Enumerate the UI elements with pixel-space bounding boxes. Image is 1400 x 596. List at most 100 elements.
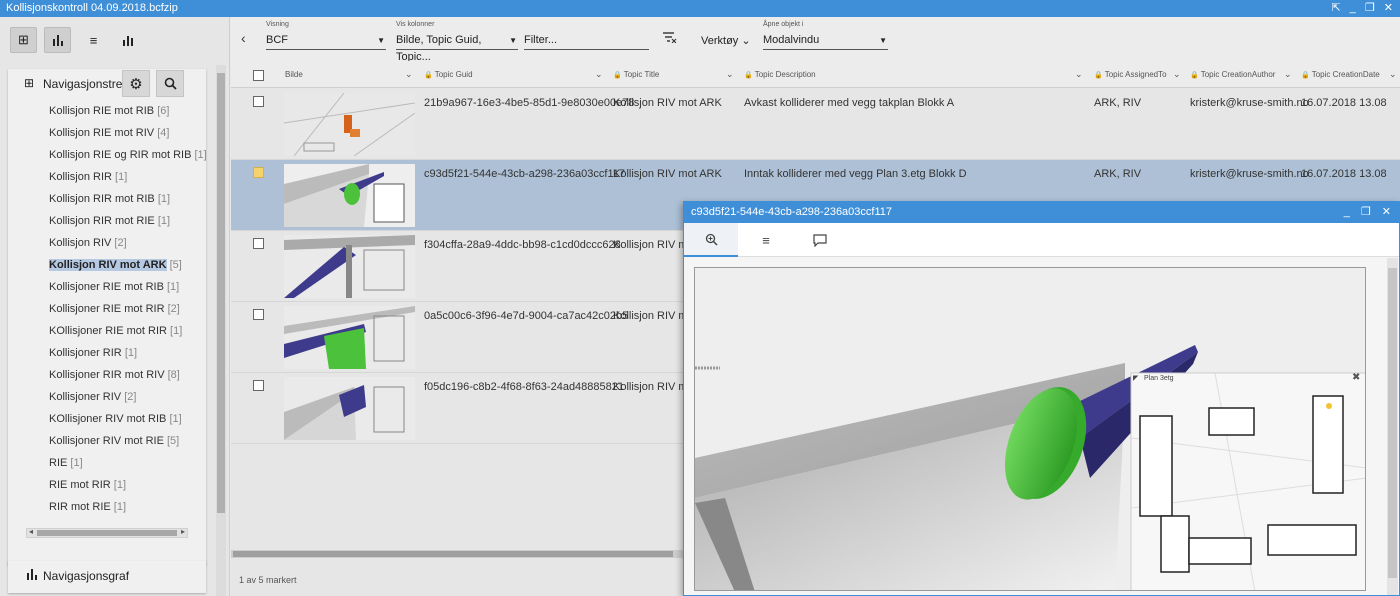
window-controls[interactable]: ⇱ _ ❐ ✕ [1331, 0, 1396, 16]
bar-chart-view-button[interactable] [44, 27, 71, 53]
column-header-creation-author[interactable]: 🔒 Topic CreationAuthor [1190, 70, 1275, 79]
select-all-checkbox[interactable] [253, 70, 264, 81]
list-view-button[interactable]: ≡ [80, 27, 107, 53]
scrollbar-thumb[interactable] [233, 551, 673, 557]
scroll-right-icon[interactable]: ▸ [181, 527, 185, 536]
nav-tree-item[interactable]: RIR mot RIE [1] [49, 501, 126, 517]
nav-tree-item[interactable]: KOllisjoner RIE mot RIR [1] [49, 325, 182, 341]
tab-comments[interactable] [793, 223, 847, 257]
chevron-down-icon[interactable]: ⌄ [1389, 69, 1397, 80]
table-row[interactable]: 21b9a967-16e3-4be5-85d1-9e8030e00e78 Koll… [231, 89, 1400, 160]
nav-tree-item-label: RIR mot RIE [49, 501, 111, 513]
modal-titlebar[interactable]: c93d5f21-544e-43cb-a298-236a03ccf117 _ ❐… [684, 202, 1399, 223]
column-header-creation-date[interactable]: 🔒 Topic CreationDate [1301, 70, 1380, 79]
lock-icon: 🔒 [1301, 72, 1310, 79]
scrollbar-thumb[interactable] [217, 73, 225, 513]
row-checkbox[interactable] [253, 380, 264, 391]
column-header-bilde[interactable]: Bilde [285, 70, 303, 79]
nav-tree-item-label: Kollisjon RIR [49, 171, 112, 183]
3d-viewport[interactable]: Plan 3etg ◤ ✖ [694, 267, 1366, 591]
chevron-down-icon[interactable]: ⌄ [595, 69, 603, 80]
chevron-down-icon[interactable]: ⌄ [1284, 69, 1292, 80]
cell-topic-guid: 21b9a967-16e3-4be5-85d1-9e8030e00e78 [424, 97, 635, 109]
lock-icon: 🔒 [613, 72, 622, 79]
chevron-down-icon[interactable]: ⌄ [1075, 69, 1083, 80]
modal-tabs: ≡ [684, 223, 1399, 257]
topic-snapshot-image[interactable] [284, 235, 415, 298]
modal-vertical-scrollbar[interactable] [1387, 258, 1398, 595]
column-header-topic-guid[interactable]: 🔒 Topic Guid [424, 70, 473, 79]
nav-tree-item[interactable]: Kollisjon RIV mot ARK [5] [49, 259, 182, 275]
nav-tree-item[interactable]: Kollisjoner RIE mot RIB [1] [49, 281, 179, 297]
minimap-corner-icon[interactable]: ◤ [1133, 374, 1138, 382]
search-icon [164, 77, 177, 90]
column-header-topic-description[interactable]: 🔒 Topic Description [744, 70, 816, 79]
nav-tree-item[interactable]: Kollisjoner RIR mot RIV [8] [49, 369, 180, 385]
visning-select[interactable]: Visning BCF ▼ [266, 21, 386, 50]
tab-viewer[interactable] [684, 223, 738, 257]
table-horizontal-scrollbar[interactable] [231, 550, 691, 558]
topic-snapshot-image[interactable] [284, 164, 415, 227]
modal-window-controls[interactable]: _ ❐ ✕ [1344, 202, 1395, 223]
verktoy-menu[interactable]: Verktøy ⌄ [701, 34, 751, 47]
scrollbar-thumb[interactable] [37, 530, 177, 536]
row-checkbox[interactable] [253, 309, 264, 320]
row-checkbox[interactable] [253, 167, 264, 178]
row-checkbox[interactable] [253, 96, 264, 107]
nav-tree-item[interactable]: Kollisjon RIR mot RIE [1] [49, 215, 170, 231]
nav-tree-item-label: Kollisjoner RIR [49, 347, 122, 359]
cell-topic-guid: f304cffa-28a9-4ddc-bb98-c1cd0dccc628 [424, 239, 621, 251]
tab-details[interactable]: ≡ [739, 223, 793, 257]
vis-kolonner-select[interactable]: Vis kolonner Bilde, Topic Guid, Topic...… [396, 21, 518, 63]
nav-tree-item[interactable]: RIE [1] [49, 457, 83, 473]
nav-tree-item[interactable]: KOllisjoner RIV mot RIB [1] [49, 413, 182, 429]
clear-filter-icon[interactable] [663, 31, 677, 46]
navigation-graph-title: Navigasjonsgraf [43, 569, 130, 583]
navigation-tree-header: ⊞ Navigasjonstre ⚙ [8, 69, 206, 99]
left-panel-scrollbar[interactable] [216, 65, 226, 596]
nav-tree-item[interactable]: Kollisjon RIV [2] [49, 237, 127, 253]
nav-tree-item-count: [8] [167, 369, 180, 381]
chevron-down-icon[interactable]: ⌄ [726, 69, 734, 80]
chevron-down-icon[interactable]: ⌄ [405, 69, 413, 80]
scrollbar-thumb[interactable] [1388, 268, 1397, 578]
topic-snapshot-image[interactable] [284, 377, 415, 440]
bar-chart-icon [52, 34, 63, 46]
navigation-graph-panel[interactable]: Navigasjonsgraf [8, 561, 206, 593]
topic-snapshot-image[interactable] [284, 93, 415, 156]
nav-tree-item-count: [1] [170, 325, 183, 337]
lock-icon: 🔒 [1094, 72, 1103, 79]
nav-tree-item-label: KOllisjoner RIE mot RIR [49, 325, 167, 337]
column-header-assigned-to[interactable]: 🔒 Topic AssignedTo [1094, 70, 1167, 79]
nav-tree-item[interactable]: Kollisjon RIE mot RIB [6] [49, 105, 169, 121]
back-icon[interactable]: ‹ [241, 30, 246, 46]
settings-button[interactable]: ⚙ [122, 70, 150, 97]
chart-view-button[interactable] [114, 27, 141, 53]
topic-snapshot-image[interactable] [284, 306, 415, 369]
nav-tree-item[interactable]: Kollisjon RIE mot RIV [4] [49, 127, 169, 143]
nav-tree-item[interactable]: Kollisjoner RIR [1] [49, 347, 137, 363]
nav-tree-item-label: Kollisjon RIE og RIR mot RIB [49, 149, 192, 161]
nav-tree-item[interactable]: Kollisjoner RIV [2] [49, 391, 136, 407]
nav-tree-item[interactable]: Kollisjoner RIE mot RIR [2] [49, 303, 180, 319]
chevron-down-icon[interactable]: ⌄ [1173, 69, 1181, 80]
nav-tree-item-count: [1] [167, 281, 180, 293]
nav-tree-item-label: Kollisjon RIV [49, 237, 112, 249]
apne-objekt-select[interactable]: Åpne objekt i Modalvindu ▼ [763, 21, 888, 50]
filter-input[interactable]: Filter... [524, 32, 649, 50]
horizontal-scrollbar[interactable]: ◂ ▸ [26, 527, 188, 538]
table-header: Bilde ⌄ 🔒 Topic Guid ⌄ 🔒 Topic Title ⌄ 🔒 To… [231, 61, 1400, 88]
cell-assigned-to: ARK, RIV [1094, 97, 1142, 109]
nav-tree-item[interactable]: Kollisjon RIR [1] [49, 171, 127, 187]
search-button[interactable] [156, 70, 184, 97]
row-checkbox[interactable] [253, 238, 264, 249]
scroll-left-icon[interactable]: ◂ [29, 527, 33, 536]
cell-topic-description: Avkast kolliderer med vegg takplan Blokk… [744, 97, 955, 109]
minimap-close-icon[interactable]: ✖ [1352, 372, 1360, 383]
nav-tree-item[interactable]: Kollisjon RIE og RIR mot RIB [1] [49, 149, 207, 165]
column-header-topic-title[interactable]: 🔒 Topic Title [613, 70, 659, 79]
nav-tree-item[interactable]: RIE mot RIR [1] [49, 479, 126, 495]
nav-tree-item[interactable]: Kollisjoner RIV mot RIE [5] [49, 435, 179, 451]
tree-view-button[interactable]: ⊞ [10, 27, 37, 53]
nav-tree-item[interactable]: Kollisjon RIR mot RIB [1] [49, 193, 170, 209]
